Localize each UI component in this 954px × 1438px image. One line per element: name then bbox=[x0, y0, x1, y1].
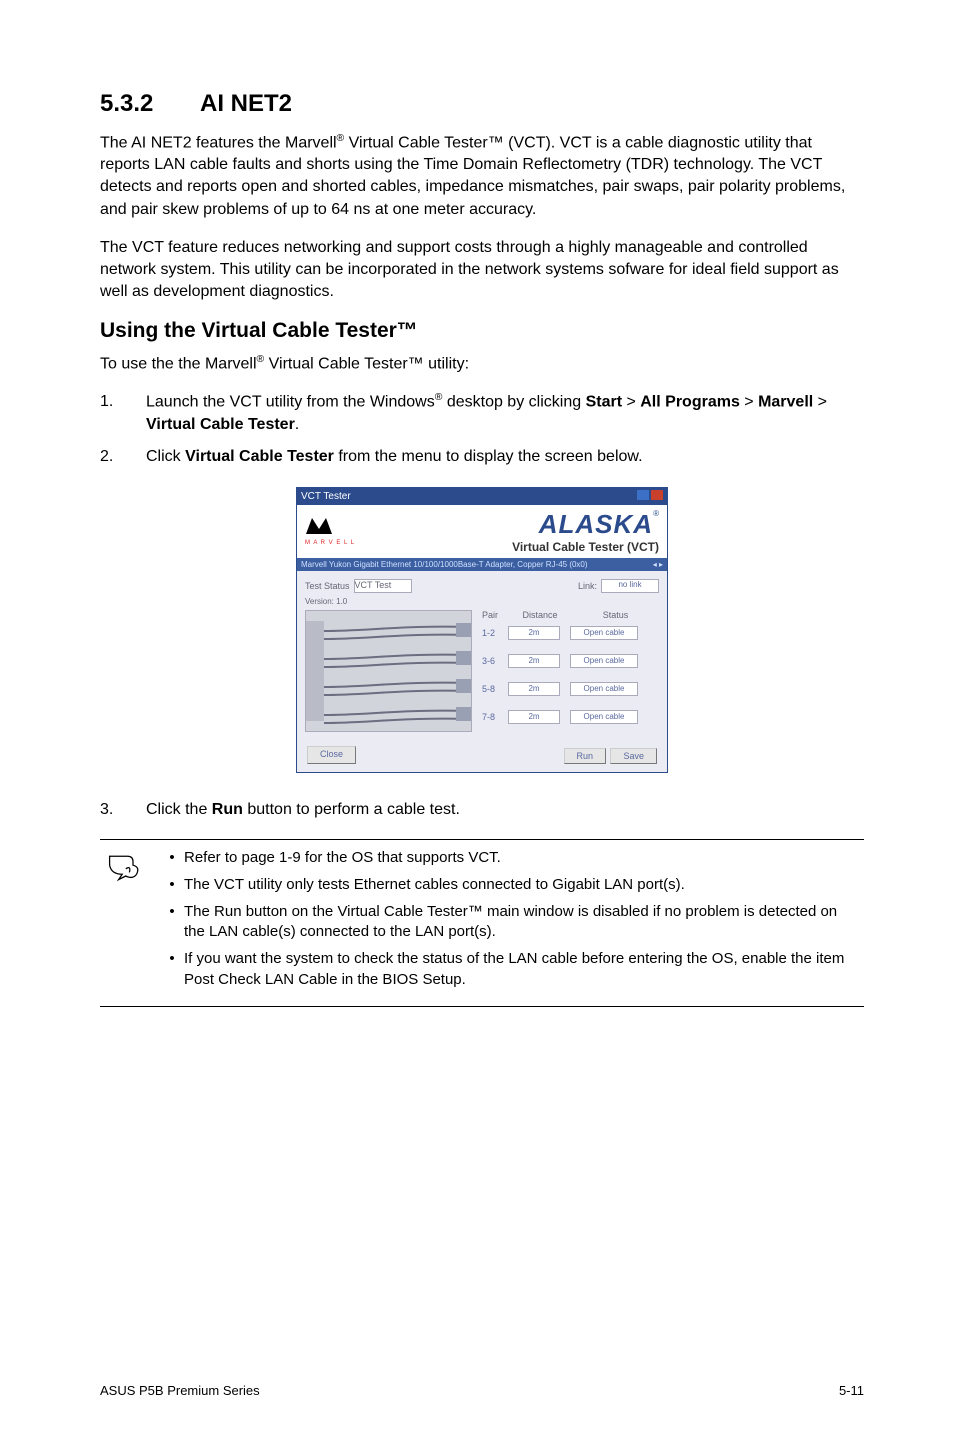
note-box: Refer to page 1-9 for the OS that suppor… bbox=[100, 839, 864, 1007]
subheading: Using the Virtual Cable Tester™ bbox=[100, 319, 864, 343]
test-status-field: VCT Test bbox=[354, 579, 412, 593]
alaska-logo: ALASKA bbox=[539, 509, 653, 539]
pair-row: 3-6 2m Open cable bbox=[482, 654, 659, 668]
header-status: Status bbox=[572, 610, 659, 620]
note-item: Refer to page 1-9 for the OS that suppor… bbox=[160, 848, 858, 869]
page-footer: ASUS P5B Premium Series 5-11 bbox=[100, 1323, 864, 1398]
header-distance: Distance bbox=[508, 610, 572, 620]
step-2: 2. Click Virtual Cable Tester from the m… bbox=[100, 446, 864, 468]
link-field: no link bbox=[601, 579, 659, 593]
status-field: Open cable bbox=[570, 654, 638, 668]
version-label: Version: 1.0 bbox=[305, 597, 659, 606]
step-3: 3. Click the Run button to perform a cab… bbox=[100, 799, 864, 821]
note-item: The VCT utility only tests Ethernet cabl… bbox=[160, 875, 858, 896]
test-status-label: Test Status bbox=[305, 581, 350, 591]
marvell-logo-icon bbox=[305, 517, 355, 540]
note-item: If you want the system to check the stat… bbox=[160, 949, 858, 990]
status-field: Open cable bbox=[570, 710, 638, 724]
close-icon bbox=[651, 490, 663, 500]
pair-row: 1-2 2m Open cable bbox=[482, 626, 659, 640]
note-item: The Run button on the Virtual Cable Test… bbox=[160, 902, 858, 943]
distance-field: 2m bbox=[508, 626, 560, 640]
cable-diagram bbox=[305, 610, 472, 732]
vct-subtitle: Virtual Cable Tester (VCT) bbox=[512, 540, 659, 554]
window-control-buttons bbox=[635, 490, 663, 503]
vct-screenshot: VCT Tester M A R V E L L ALASKA® Virtual… bbox=[296, 487, 668, 773]
section-heading: 5.3.2AI NET2 bbox=[100, 90, 864, 118]
distance-field: 2m bbox=[508, 682, 560, 696]
window-titlebar: VCT Tester bbox=[297, 488, 667, 505]
pair-row: 5-8 2m Open cable bbox=[482, 682, 659, 696]
footer-left: ASUS P5B Premium Series bbox=[100, 1383, 260, 1398]
footer-page-number: 5-11 bbox=[839, 1383, 864, 1398]
distance-field: 2m bbox=[508, 710, 560, 724]
section-number: 5.3.2 bbox=[100, 90, 200, 118]
paragraph-1: The AI NET2 features the Marvell® Virtua… bbox=[100, 132, 864, 221]
window-title: VCT Tester bbox=[301, 491, 351, 502]
intro-line: To use the the Marvell® Virtual Cable Te… bbox=[100, 353, 864, 375]
header-pair: Pair bbox=[482, 610, 508, 620]
status-field: Open cable bbox=[570, 682, 638, 696]
paragraph-2: The VCT feature reduces networking and s… bbox=[100, 237, 864, 303]
pair-row: 7-8 2m Open cable bbox=[482, 710, 659, 724]
adapter-tab-bar: Marvell Yukon Gigabit Ethernet 10/100/10… bbox=[297, 558, 667, 571]
note-icon bbox=[106, 848, 160, 996]
link-label: Link: bbox=[578, 581, 597, 591]
status-field: Open cable bbox=[570, 626, 638, 640]
marvell-brand-text: M A R V E L L bbox=[305, 540, 355, 546]
distance-field: 2m bbox=[508, 654, 560, 668]
close-button[interactable]: Close bbox=[307, 746, 356, 764]
step-1: 1. Launch the VCT utility from the Windo… bbox=[100, 391, 864, 436]
section-title: AI NET2 bbox=[200, 90, 292, 117]
run-button[interactable]: Run bbox=[564, 748, 607, 764]
minimize-icon bbox=[637, 490, 649, 500]
save-button[interactable]: Save bbox=[610, 748, 657, 764]
